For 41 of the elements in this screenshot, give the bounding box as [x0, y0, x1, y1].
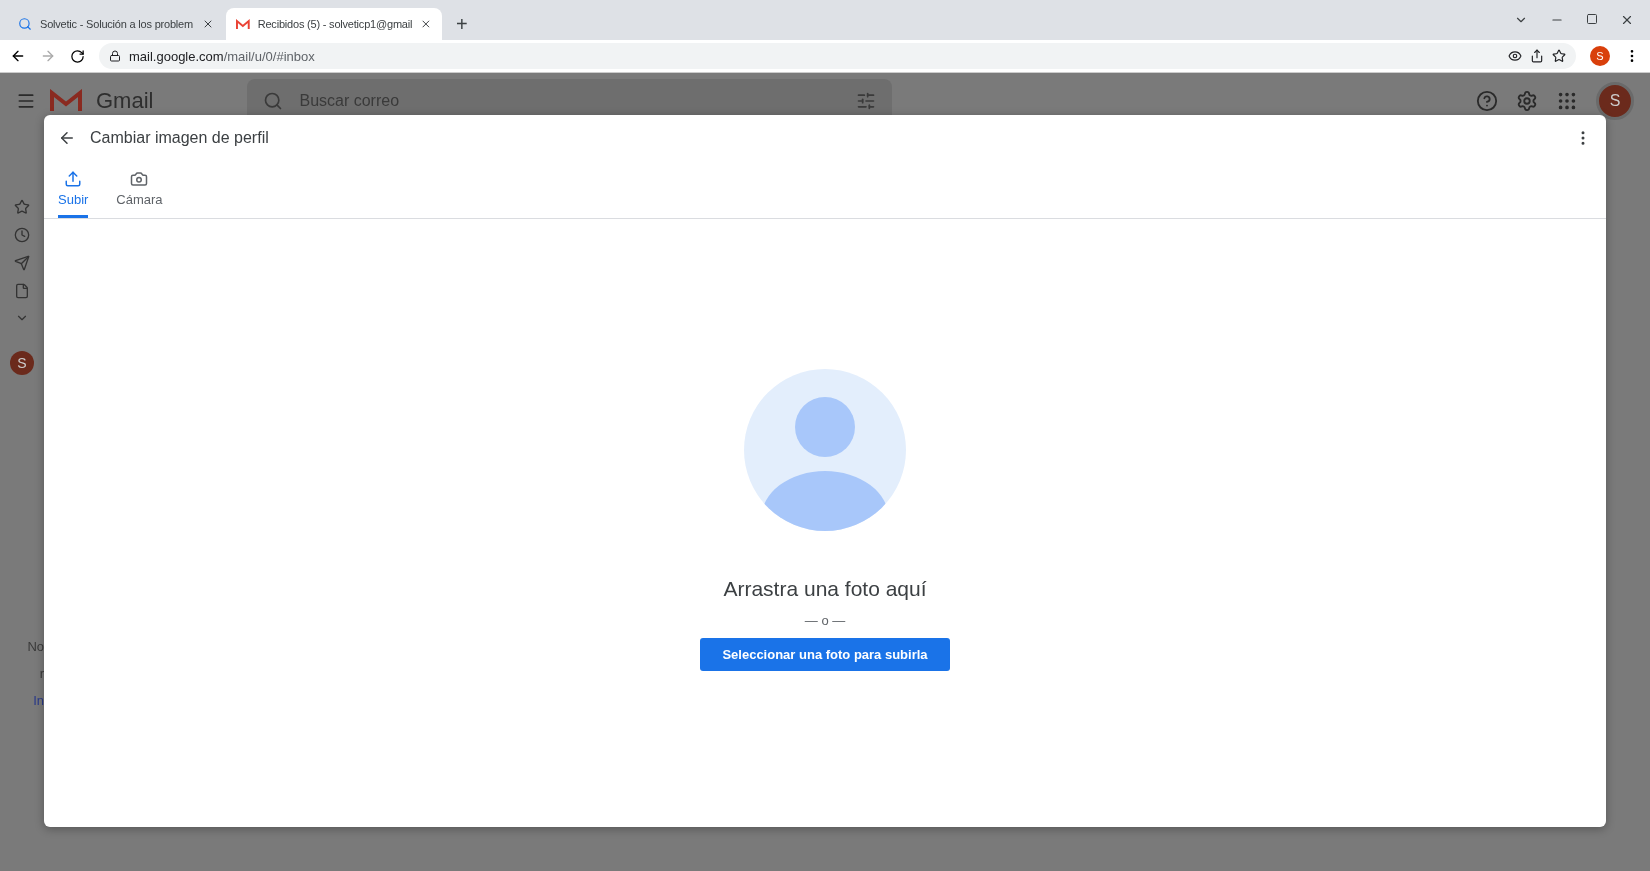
- new-tab-button[interactable]: +: [450, 13, 474, 36]
- dialog-tab[interactable]: Cámara: [116, 160, 163, 218]
- url-text: mail.google.com/mail/u/0/#inbox: [129, 48, 315, 64]
- magnifier-icon: [18, 17, 32, 31]
- camera-icon: [130, 170, 149, 188]
- mail-logo-icon: [236, 18, 250, 30]
- star-icon[interactable]: [14, 199, 30, 215]
- clock-icon[interactable]: [14, 227, 30, 243]
- help-icon[interactable]: [1476, 90, 1498, 112]
- separator-text: — o —: [804, 613, 846, 628]
- share-icon[interactable]: [1530, 49, 1544, 63]
- eye-icon[interactable]: [1508, 49, 1522, 63]
- file-icon[interactable]: [14, 283, 30, 299]
- dialog-title: Cambiar imagen de perfil: [90, 128, 270, 147]
- drop-heading: Arrastra una foto aquí: [723, 577, 927, 601]
- send-icon[interactable]: [14, 255, 30, 271]
- menu-icon[interactable]: [16, 91, 36, 111]
- lock-icon: [109, 50, 121, 62]
- dialog-tab[interactable]: Subir: [58, 160, 89, 218]
- close-icon[interactable]: [420, 18, 432, 30]
- reload-icon[interactable]: [70, 48, 85, 64]
- brand-name: Gmail: [96, 88, 154, 114]
- maximize-icon[interactable]: [1586, 13, 1598, 25]
- account-avatar[interactable]: S: [1596, 82, 1634, 120]
- close-icon[interactable]: [1620, 13, 1634, 27]
- sidebar-text: In: [33, 693, 44, 708]
- address-bar[interactable]: mail.google.com/mail/u/0/#inbox: [99, 43, 1576, 69]
- apps-icon[interactable]: [1556, 90, 1578, 112]
- mail-logo-icon: [50, 89, 82, 113]
- browser-tab[interactable]: Solvetic - Solución a los problem: [8, 8, 224, 40]
- contact-avatar[interactable]: S: [10, 351, 34, 375]
- profile-avatar[interactable]: S: [1590, 46, 1610, 66]
- browser-tab[interactable]: Recibidos (5) - solveticp1@gmail: [226, 8, 442, 40]
- settings-icon[interactable]: [1516, 90, 1538, 112]
- star-icon[interactable]: [1552, 49, 1566, 63]
- upload-icon: [64, 170, 83, 188]
- back-icon[interactable]: [10, 48, 26, 64]
- search-icon: [263, 91, 284, 111]
- sidebar-text: No: [27, 639, 44, 654]
- close-icon[interactable]: [202, 18, 214, 30]
- select-photo-button[interactable]: Seleccionar una foto para subirla: [700, 638, 950, 671]
